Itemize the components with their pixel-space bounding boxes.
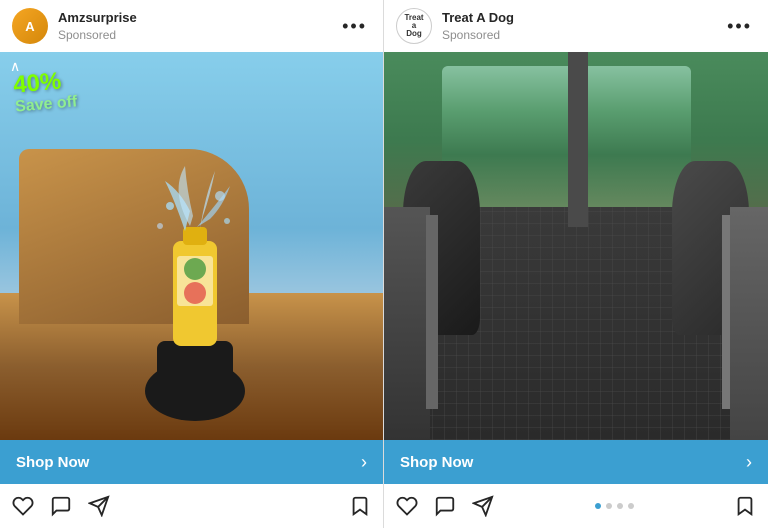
dot-3: [617, 503, 623, 509]
door-panel-right: [730, 207, 768, 440]
dot-1: [595, 503, 601, 509]
left-post: A Amzsurprise Sponsored ••• ∧ 40% Save o…: [0, 0, 384, 528]
sponsored-label-left: Sponsored: [58, 27, 338, 44]
account-info-left: Amzsurprise Sponsored: [58, 9, 338, 44]
shop-now-arrow-left: ›: [361, 452, 367, 473]
pagination-dots: [595, 503, 634, 509]
right-post: TreataDog Treat A Dog Sponsored •••: [384, 0, 768, 528]
heart-icon-right[interactable]: [396, 495, 418, 517]
share-icon-left[interactable]: [88, 495, 110, 517]
post-image-right: [384, 52, 768, 440]
post-footer-left: [0, 484, 383, 528]
avatar-left: A: [12, 8, 48, 44]
chevron-up-icon: ∧: [10, 58, 20, 75]
comment-icon-left[interactable]: [50, 495, 72, 517]
avatar-right: TreataDog: [396, 8, 432, 44]
share-icon-right[interactable]: [472, 495, 494, 517]
shop-now-label-left: Shop Now: [16, 454, 89, 471]
comment-icon-right[interactable]: [434, 495, 456, 517]
shop-now-label-right: Shop Now: [400, 454, 473, 471]
bookmark-icon-left[interactable]: [349, 495, 371, 517]
account-info-right: Treat A Dog Sponsored: [442, 9, 723, 44]
more-options-right[interactable]: •••: [723, 12, 756, 41]
dot-2: [606, 503, 612, 509]
dot-4: [628, 503, 634, 509]
more-options-left[interactable]: •••: [338, 12, 371, 41]
heart-icon-left[interactable]: [12, 495, 34, 517]
post-image-left: ∧ 40% Save off: [0, 52, 383, 440]
post-header-left: A Amzsurprise Sponsored •••: [0, 0, 383, 52]
car-window: [442, 66, 692, 214]
sponsored-label-right: Sponsored: [442, 27, 723, 44]
seatbelt-right: [722, 215, 730, 409]
post-header-right: TreataDog Treat A Dog Sponsored •••: [384, 0, 768, 52]
sale-overlay: 40% Save off: [12, 67, 78, 116]
bookmark-icon-right[interactable]: [734, 495, 756, 517]
bottle-hand-svg: [115, 161, 275, 421]
shop-now-right[interactable]: Shop Now ›: [384, 440, 768, 484]
account-name-left: Amzsurprise: [58, 9, 338, 27]
shop-now-arrow-right: ›: [746, 452, 752, 473]
seatbelt-left: [426, 215, 438, 409]
shop-now-left[interactable]: Shop Now ›: [0, 440, 383, 484]
account-name-right: Treat A Dog: [442, 9, 723, 27]
center-pillar: [568, 52, 587, 227]
car-interior: [384, 52, 768, 440]
door-panel-left: [384, 207, 430, 440]
post-footer-right: [384, 484, 768, 528]
